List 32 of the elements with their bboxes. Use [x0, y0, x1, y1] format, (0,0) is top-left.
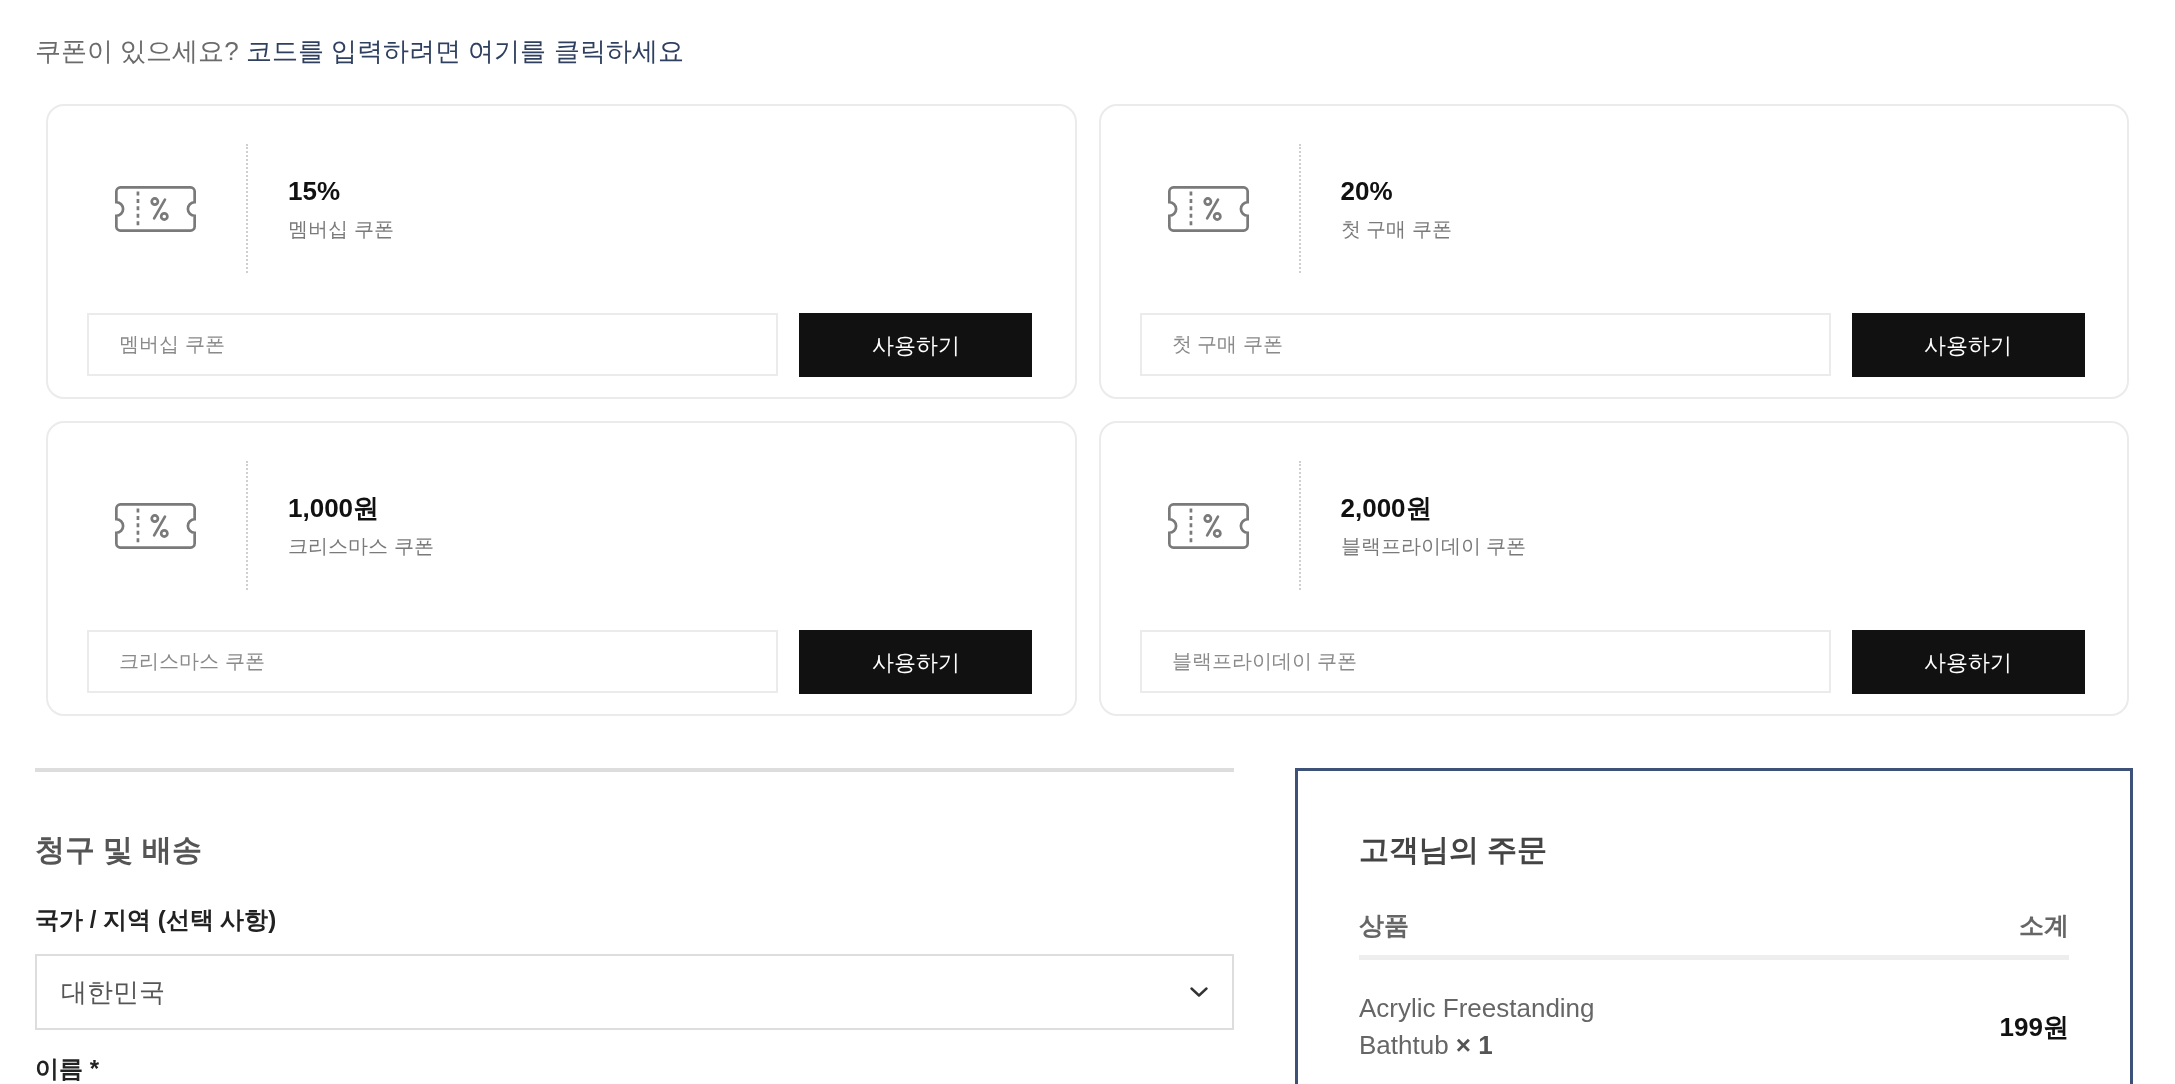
- coupon-amount: 1,000원: [288, 491, 381, 525]
- ticket-percent-icon: [1167, 502, 1249, 549]
- coupon-name: 크리스마스 쿠폰: [288, 533, 434, 559]
- coupon-name: 첫 구매 쿠폰: [1340, 216, 1452, 242]
- apply-coupon-button[interactable]: 사용하기: [799, 313, 1032, 377]
- product-name: Acrylic Freestanding Bathtub × 1: [1359, 992, 1596, 1062]
- column-header: 소계: [2019, 910, 2069, 941]
- coupon-amount: 15%: [288, 174, 342, 208]
- coupon-code-field[interactable]: 블랙프라이데이 쿠폰: [1139, 630, 1831, 693]
- ticket-percent-icon: [115, 185, 196, 232]
- coupon-code-field[interactable]: 멤버십 쿠폰: [87, 313, 778, 376]
- ticket-percent-icon: [1167, 185, 1249, 232]
- country-select[interactable]: 대한민국: [35, 954, 1234, 1030]
- coupon-amount: 20%: [1340, 174, 1394, 208]
- coupon-code-field[interactable]: 첫 구매 쿠폰: [1139, 313, 1831, 376]
- section-heading: 청구 및 배송: [35, 832, 203, 868]
- subtotal-amount: 199원: [1999, 1010, 2069, 1044]
- apply-coupon-button[interactable]: 사용하기: [1851, 313, 2085, 377]
- apply-coupon-button[interactable]: 사용하기: [799, 630, 1032, 694]
- column-header: 상품: [1359, 910, 1409, 941]
- enter-code-link[interactable]: 코드를 입력하려면 여기를 클릭하세요: [245, 36, 684, 66]
- coupon-amount: 2,000원: [1340, 491, 1433, 525]
- coupon-code-field[interactable]: 크리스마스 쿠폰: [87, 630, 778, 693]
- coupon-notice: 쿠폰이 있으세요? 코드를 입력하려면 여기를 클릭하세요: [35, 35, 685, 68]
- apply-coupon-button[interactable]: 사용하기: [1851, 630, 2085, 694]
- coupon-name: 블랙프라이데이 쿠폰: [1340, 533, 1527, 559]
- field-label: 이름 *: [35, 1054, 100, 1084]
- order-summary-heading: 고객님의 주문: [1359, 832, 1549, 868]
- ticket-percent-icon: [115, 502, 196, 549]
- coupon-name: 멤버십 쿠폰: [288, 216, 394, 242]
- chevron-down-icon: [1190, 987, 1208, 997]
- field-label: 국가 / 지역 (선택 사항): [35, 905, 278, 935]
